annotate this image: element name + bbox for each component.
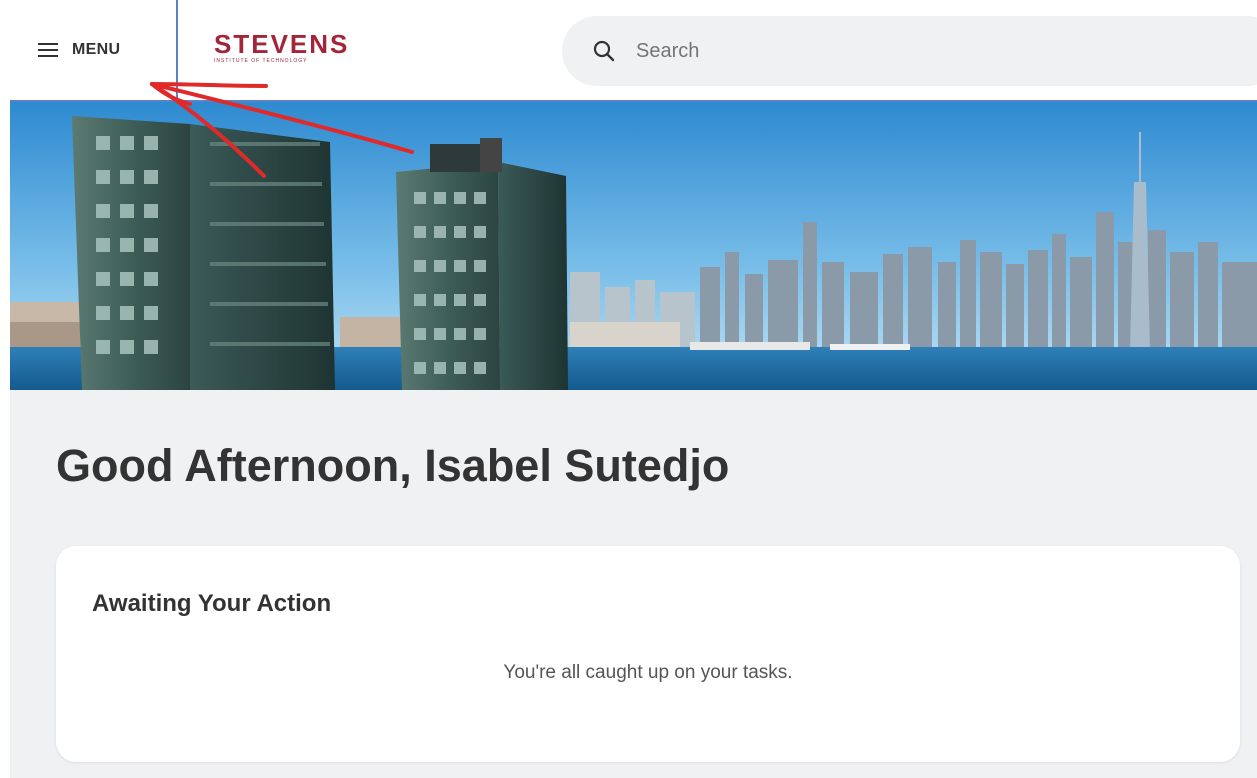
search-bar[interactable]: [562, 16, 1257, 86]
search-icon: [593, 40, 615, 62]
top-header: MENU STEVENS INSTITUTE OF TECHNOLOGY: [10, 0, 1257, 102]
awaiting-action-card: Awaiting Your Action You're all caught u…: [56, 546, 1240, 762]
page: page, MENU STEVENS INSTITUTE OF TECHNOLO…: [0, 0, 1257, 778]
menu-label: MENU: [72, 41, 121, 58]
search-input[interactable]: [634, 38, 938, 64]
hamburger-icon: [38, 43, 58, 57]
workday-app: MENU STEVENS INSTITUTE OF TECHNOLOGY Sea…: [10, 0, 1257, 778]
greeting-heading: Good Afternoon, Isabel Sutedjo: [56, 440, 730, 491]
skyline-illustration: [10, 102, 1257, 390]
banner-image: [10, 102, 1257, 390]
stevens-logo[interactable]: STEVENS INSTITUTE OF TECHNOLOGY: [214, 29, 350, 64]
logo-wordmark: STEVENS: [214, 29, 350, 59]
menu-button[interactable]: MENU: [10, 0, 178, 100]
empty-tasks-message: You're all caught up on your tasks.: [503, 662, 793, 683]
awaiting-action-title[interactable]: Awaiting Your Action: [92, 590, 331, 618]
